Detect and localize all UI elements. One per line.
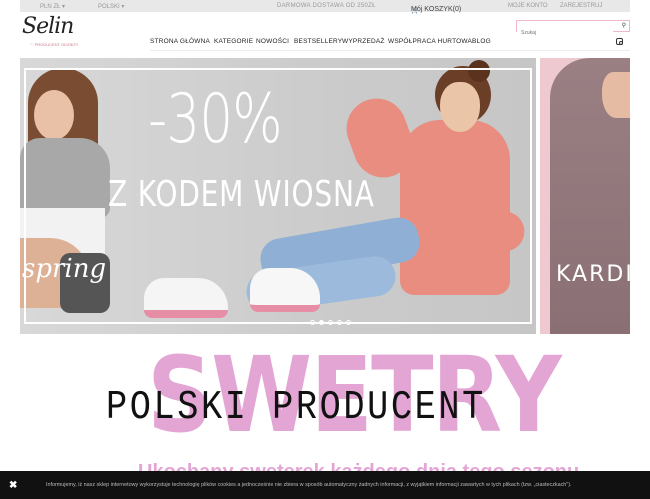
hero-promo-code: Z KODEM WIOSNA bbox=[108, 174, 375, 215]
free-shipping-notice: DARMOWA DOSTAWA OD 250ZŁ bbox=[277, 3, 376, 9]
my-account-link[interactable]: MOJE KONTO bbox=[508, 3, 548, 9]
search-input[interactable] bbox=[517, 28, 613, 38]
logo-tagline: ♡ PRODUCENT ODZIEŻY bbox=[30, 42, 79, 47]
nav-item-home[interactable]: STRONA GŁÓWNA bbox=[150, 38, 210, 45]
nav-item-sale[interactable]: WYPRZEDAŻ bbox=[342, 38, 385, 45]
slider-dot[interactable] bbox=[328, 320, 333, 325]
cookie-notice-text: Informujemy, iż nasz sklep internetowy w… bbox=[46, 482, 572, 488]
cart-label: Mój KOSZYK(0) bbox=[411, 6, 462, 13]
slider-dot[interactable] bbox=[337, 320, 342, 325]
site-logo[interactable]: Selin ♡ PRODUCENT ODZIEŻY bbox=[22, 14, 79, 52]
slider-dot[interactable] bbox=[310, 320, 315, 325]
instagram-icon[interactable] bbox=[616, 38, 623, 45]
nav-item-new[interactable]: NOWOŚCI bbox=[256, 38, 289, 45]
currency-select[interactable]: PLN ZŁ ▾ bbox=[40, 3, 65, 10]
slider-dot-active[interactable] bbox=[319, 320, 324, 325]
hero-discount: -30% bbox=[148, 80, 283, 159]
logo-wordmark: Selin bbox=[22, 14, 74, 39]
section-headline: POLSKI PRODUCENT bbox=[106, 385, 486, 431]
language-select[interactable]: POLSKI ▾ bbox=[98, 3, 124, 10]
register-link[interactable]: ZAREJESTRUJ bbox=[560, 3, 602, 9]
close-icon[interactable]: ✖ bbox=[9, 480, 17, 491]
search-icon[interactable]: ⚲ bbox=[622, 22, 626, 29]
hero-slider[interactable]: spring -30% Z KODEM WIOSNA KARDI bbox=[20, 58, 630, 334]
slide-right-model-face bbox=[602, 72, 630, 118]
nav-item-categories[interactable]: KATEGORIE bbox=[214, 38, 253, 45]
nav-item-wholesale[interactable]: WSPÓŁPRACA HURTOWA bbox=[388, 38, 472, 45]
slide-right-text: KARDI bbox=[556, 262, 630, 287]
cookie-bar: ✖ Informujemy, iż nasz sklep internetowy… bbox=[0, 471, 650, 499]
top-bar: PLN ZŁ ▾ POLSKI ▾ DARMOWA DOSTAWA OD 250… bbox=[20, 0, 630, 14]
slider-dot[interactable] bbox=[346, 320, 351, 325]
nav-item-bestsellers[interactable]: BESTSELLERY bbox=[294, 38, 342, 45]
header-divider bbox=[150, 50, 630, 51]
nav-item-blog[interactable]: BLOG bbox=[472, 38, 491, 45]
search-box: ⚲ bbox=[516, 20, 630, 38]
